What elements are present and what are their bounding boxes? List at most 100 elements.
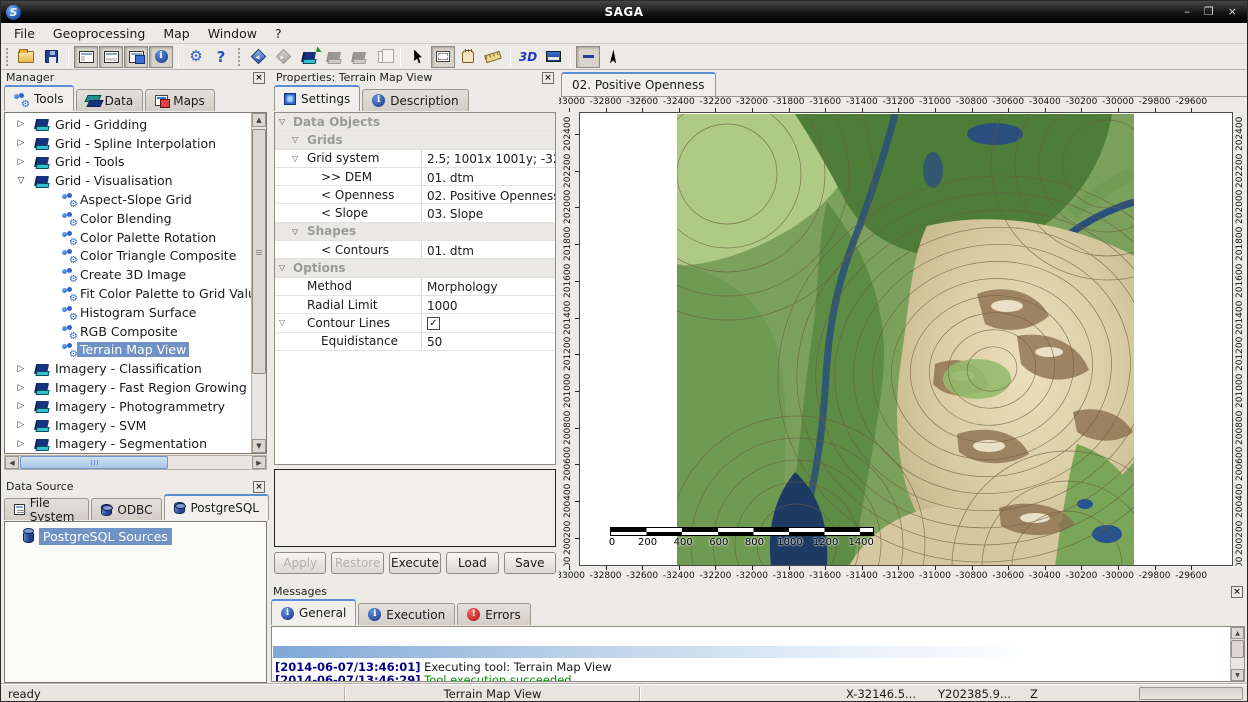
- tree-item[interactable]: ▷Grid - Gridding: [5, 115, 251, 134]
- tree-item[interactable]: Color Triangle Composite: [5, 247, 251, 266]
- close-messages-icon[interactable]: ×: [1231, 586, 1243, 598]
- zoom-tool-button[interactable]: [431, 46, 455, 68]
- toolbar-grip[interactable]: [237, 47, 242, 67]
- tree-item[interactable]: ▷Imagery - SVM: [5, 416, 251, 435]
- measure-tool-button[interactable]: [481, 46, 505, 68]
- expander-icon[interactable]: ▷: [15, 383, 27, 393]
- tree-item[interactable]: Aspect-Slope Grid: [5, 190, 251, 209]
- data-source-tab[interactable]: ODBC: [91, 498, 162, 520]
- execute-button[interactable]: Execute: [389, 552, 441, 574]
- close-manager-icon[interactable]: ×: [253, 72, 265, 84]
- tool-chains-button[interactable]: [184, 46, 208, 68]
- manager-tab[interactable]: Tools: [4, 85, 74, 111]
- property-row[interactable]: ▽Grid system2.5; 1001x 1001y; -32500✓: [275, 150, 555, 168]
- property-value[interactable]: 03. Slope✓: [421, 204, 555, 221]
- scroll-left-icon[interactable]: ◀: [5, 456, 19, 469]
- property-row[interactable]: ▽Shapes✓: [275, 223, 555, 241]
- postgresql-sources-item[interactable]: PostgreSQL Sources: [23, 528, 172, 545]
- cursor-tool-button[interactable]: [406, 46, 430, 68]
- scroll-down-icon[interactable]: ▼: [252, 439, 266, 453]
- close-data-source-icon[interactable]: ×: [253, 481, 265, 493]
- tree-item[interactable]: ▷Grid - Tools: [5, 153, 251, 172]
- scroll-right-icon[interactable]: ▶: [252, 456, 266, 469]
- property-row[interactable]: < Slope03. Slope✓: [275, 204, 555, 222]
- manager-tab[interactable]: Maps: [145, 89, 215, 111]
- expander-icon[interactable]: ▷: [15, 119, 27, 129]
- tree-item[interactable]: ▷Imagery - Segmentation: [5, 435, 251, 454]
- tree-item[interactable]: ▷Imagery - Fast Region Growing Alg: [5, 378, 251, 397]
- tree-item[interactable]: Color Palette Rotation: [5, 228, 251, 247]
- property-row[interactable]: ▽Grids✓: [275, 131, 555, 149]
- property-row[interactable]: ▽Contour Lines✓: [275, 314, 555, 332]
- tree-item[interactable]: Create 3D Image: [5, 265, 251, 284]
- expander-icon[interactable]: ▽: [279, 318, 285, 327]
- property-value[interactable]: 1000✓: [421, 296, 555, 313]
- property-value[interactable]: ✓: [421, 259, 555, 276]
- tree-item[interactable]: Fit Color Palette to Grid Values: [5, 284, 251, 303]
- save-button[interactable]: Save: [504, 552, 556, 574]
- save-as-image-button[interactable]: [541, 46, 565, 68]
- property-row[interactable]: Equidistance50✓: [275, 333, 555, 351]
- scroll-up-icon[interactable]: ▲: [1231, 627, 1244, 639]
- copy-button[interactable]: [371, 46, 395, 68]
- expander-icon[interactable]: ▽: [15, 176, 27, 186]
- manager-tab[interactable]: Data: [76, 89, 144, 111]
- back-button[interactable]: [246, 46, 270, 68]
- menu-item[interactable]: ?: [266, 24, 291, 43]
- tree-item[interactable]: RGB Composite: [5, 322, 251, 341]
- toolbar-grip[interactable]: [5, 47, 10, 67]
- apply-button[interactable]: Apply: [274, 552, 326, 574]
- properties-tab[interactable]: Settings: [274, 85, 360, 111]
- property-value[interactable]: 50✓: [421, 333, 555, 350]
- map-tab[interactable]: 02. Positive Openness: [561, 72, 716, 96]
- checkbox[interactable]: ✓: [427, 317, 440, 330]
- property-value[interactable]: ✓: [421, 113, 555, 130]
- tree-item[interactable]: ▷Imagery - Photogrammetry: [5, 397, 251, 416]
- property-value[interactable]: ✓: [421, 223, 555, 240]
- new-3d-view-button[interactable]: 3D: [516, 46, 540, 68]
- messages-tab[interactable]: Execution: [358, 603, 455, 625]
- expander-icon[interactable]: ▽: [279, 263, 285, 272]
- data-source-tab[interactable]: File System: [4, 498, 89, 520]
- property-value[interactable]: 02. Positive Openness✓: [421, 186, 555, 203]
- expander-icon[interactable]: ▷: [15, 138, 27, 148]
- expander-icon[interactable]: ▽: [292, 154, 298, 163]
- property-row[interactable]: < Openness02. Positive Openness✓: [275, 186, 555, 204]
- save-button[interactable]: [39, 46, 63, 68]
- show-manager-button[interactable]: [74, 46, 98, 68]
- load-settings-button[interactable]: [296, 46, 320, 68]
- forward-button[interactable]: [271, 46, 295, 68]
- load-button[interactable]: Load: [446, 552, 498, 574]
- property-row[interactable]: ▽Options✓: [275, 259, 555, 277]
- restore-button[interactable]: Restore: [331, 552, 383, 574]
- property-row[interactable]: ▽Data Objects✓: [275, 113, 555, 131]
- property-value[interactable]: 2.5; 1001x 1001y; -32500✓: [421, 150, 555, 167]
- show-data-source-button[interactable]: [124, 46, 148, 68]
- tree-item[interactable]: Histogram Surface: [5, 303, 251, 322]
- messages-tab[interactable]: General: [271, 599, 356, 625]
- save-settings-button[interactable]: [321, 46, 345, 68]
- property-value[interactable]: ✓: [421, 131, 555, 148]
- property-value[interactable]: 01. dtm✓: [421, 168, 555, 185]
- expander-icon[interactable]: ▽: [279, 117, 285, 126]
- north-arrow-button[interactable]: [601, 46, 625, 68]
- scroll-down-icon[interactable]: ▼: [1231, 669, 1244, 681]
- tree-item[interactable]: ▷Grid - Spline Interpolation: [5, 134, 251, 153]
- close-properties-icon[interactable]: ×: [542, 72, 554, 84]
- messages-scrollbar[interactable]: ▲ ▼: [1230, 627, 1244, 681]
- property-row[interactable]: >> DEM01. dtm✓: [275, 168, 555, 186]
- data-source-tab[interactable]: PostgreSQL: [164, 494, 269, 520]
- scrollbar-thumb[interactable]: [252, 129, 266, 374]
- scroll-up-icon[interactable]: ▲: [252, 113, 266, 127]
- properties-tab[interactable]: Description: [362, 89, 468, 111]
- help-button[interactable]: [209, 46, 233, 68]
- pan-tool-button[interactable]: [456, 46, 480, 68]
- tree-item[interactable]: Color Blending: [5, 209, 251, 228]
- minimize-button[interactable]: –: [1184, 2, 1190, 22]
- tree-item[interactable]: ▽Grid - Visualisation: [5, 171, 251, 190]
- show-description-button[interactable]: [149, 46, 173, 68]
- expander-icon[interactable]: ▽: [292, 227, 298, 236]
- menu-item[interactable]: Geoprocessing: [44, 24, 154, 43]
- expander-icon[interactable]: ▷: [15, 157, 27, 167]
- menu-item[interactable]: Window: [199, 24, 266, 43]
